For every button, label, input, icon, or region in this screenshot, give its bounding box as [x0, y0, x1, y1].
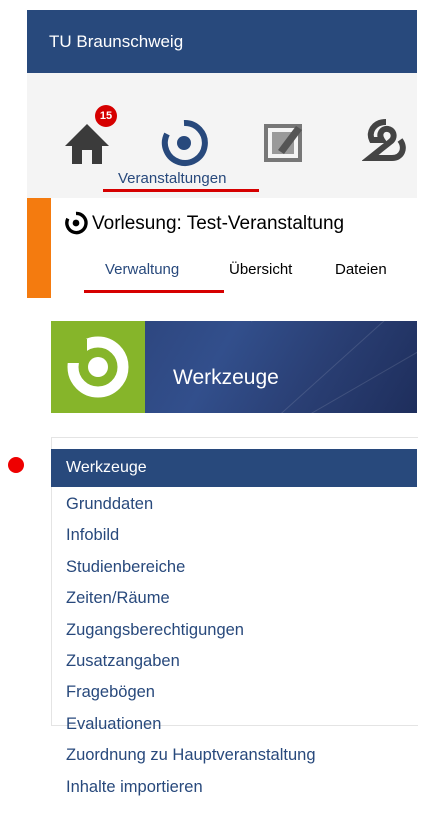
sidebar-item-studienbereiche[interactable]: Studienbereiche	[66, 555, 316, 586]
community-icon[interactable]	[362, 118, 410, 166]
banner-title: Werkzeuge	[173, 366, 279, 389]
sidebar-heading-label: Werkzeuge	[66, 459, 147, 476]
studip-logo-icon	[61, 336, 129, 398]
sidebar-item-zeiten-raeume[interactable]: Zeiten/Räume	[66, 586, 316, 617]
sidebar-item-zusatzangaben[interactable]: Zusatzangaben	[66, 649, 316, 680]
tab-ubersicht[interactable]: Übersicht	[229, 261, 292, 278]
sidebar-item-infobild[interactable]: Infobild	[66, 523, 316, 554]
banner-decoration	[281, 321, 417, 413]
sidebar-item-grunddaten[interactable]: Grunddaten	[66, 492, 316, 523]
banner-decoration	[251, 321, 417, 322]
sidebar-heading: Werkzeuge	[51, 449, 417, 487]
editor-icon[interactable]	[262, 120, 308, 164]
tab-dateien[interactable]: Dateien	[335, 261, 387, 278]
tab-verwaltung[interactable]: Verwaltung	[105, 261, 179, 278]
course-color-marker	[27, 198, 51, 298]
tab-active-underline	[84, 290, 224, 293]
sidebar-item-zugangsberechtigungen[interactable]: Zugangsberechtigungen	[66, 618, 316, 649]
sidebar-item-evaluationen[interactable]: Evaluationen	[66, 712, 316, 743]
banner-logo-panel	[51, 321, 145, 413]
sidebar-item-frageboegen[interactable]: Fragebögen	[66, 680, 316, 711]
sidebar-menu: Grunddaten Infobild Studienbereiche Zeit…	[66, 492, 316, 806]
sidebar-item-zuordnung[interactable]: Zuordnung zu Hauptveranstaltung	[66, 743, 316, 774]
sidebar-item-inhalte-importieren[interactable]: Inhalte importieren	[66, 775, 316, 806]
course-type-icon	[65, 211, 88, 235]
annotation-marker	[8, 457, 24, 473]
nav-active-underline	[103, 189, 259, 192]
app-title[interactable]: TU Braunschweig	[49, 32, 183, 52]
nav-item-veranstaltungen[interactable]: Veranstaltungen	[118, 170, 226, 187]
course-icon[interactable]	[159, 118, 209, 168]
course-title: Vorlesung: Test-Veranstaltung	[92, 213, 345, 234]
notification-badge: 15	[95, 105, 117, 127]
top-bar: TU Braunschweig	[27, 10, 417, 73]
banner-decoration	[311, 321, 417, 413]
